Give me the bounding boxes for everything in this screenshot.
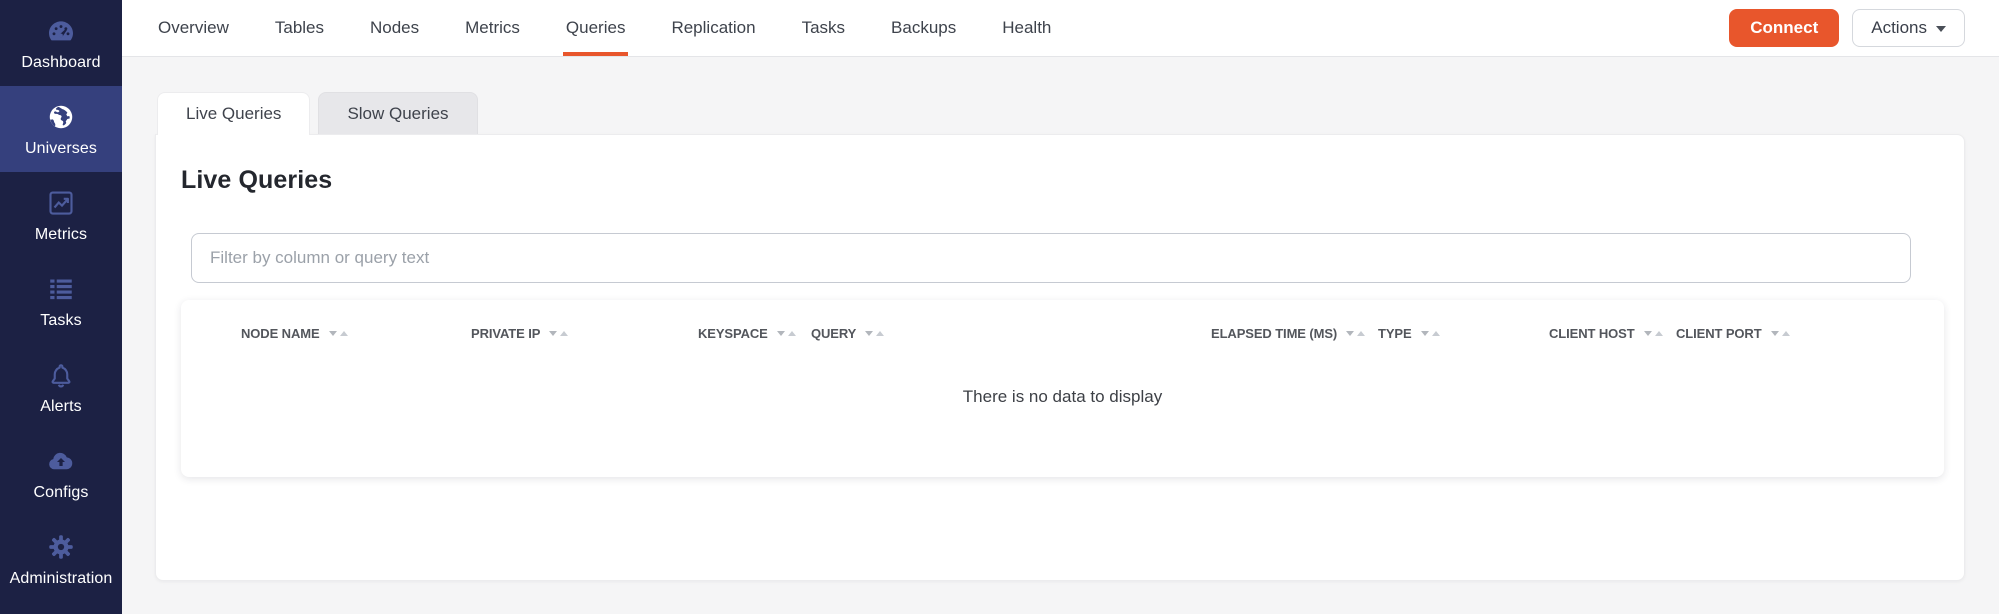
column-header-keyspace[interactable]: KEYSPACE — [698, 326, 811, 341]
globe-icon — [45, 101, 77, 133]
sort-arrows-icon — [1771, 331, 1790, 336]
task-list-icon — [45, 273, 77, 305]
actions-label: Actions — [1871, 18, 1927, 38]
sort-arrows-icon — [1644, 331, 1663, 336]
sort-arrows-icon — [549, 331, 568, 336]
tab-queries[interactable]: Queries — [566, 0, 626, 56]
connect-button[interactable]: Connect — [1729, 9, 1839, 47]
bell-icon — [45, 359, 77, 391]
tab-tables[interactable]: Tables — [275, 0, 324, 56]
dashboard-gauge-icon — [45, 15, 77, 47]
empty-table-message: There is no data to display — [181, 387, 1944, 407]
sort-arrows-icon — [1346, 331, 1365, 336]
tab-backups[interactable]: Backups — [891, 0, 956, 56]
column-header-client-port[interactable]: CLIENT PORT — [1676, 326, 1944, 341]
sidebar-item-label: Metrics — [35, 226, 87, 244]
sort-arrows-icon — [1421, 331, 1440, 336]
column-header-elapsed-time[interactable]: ELAPSED TIME (MS) — [1211, 326, 1378, 341]
column-header-client-host[interactable]: CLIENT HOST — [1549, 326, 1676, 341]
tab-live-queries[interactable]: Live Queries — [157, 92, 310, 135]
live-queries-panel: Live Queries NODE NAME PRIVATE IP — [155, 134, 1965, 581]
column-header-private-ip[interactable]: PRIVATE IP — [471, 326, 698, 341]
queries-table: NODE NAME PRIVATE IP KEYSPACE QUERY — [181, 300, 1944, 477]
page-content: Live Queries Slow Queries Live Queries N… — [122, 57, 1999, 614]
page-title: Live Queries — [181, 166, 1942, 195]
tab-tasks[interactable]: Tasks — [802, 0, 845, 56]
sidebar-item-label: Configs — [34, 484, 89, 502]
filter-input[interactable] — [191, 233, 1911, 283]
chevron-down-icon — [1936, 26, 1946, 32]
tab-slow-queries[interactable]: Slow Queries — [318, 92, 477, 134]
cloud-upload-icon — [45, 445, 77, 477]
actions-dropdown-button[interactable]: Actions — [1852, 9, 1965, 47]
sidebar-item-label: Tasks — [40, 312, 81, 330]
sidebar-item-label: Dashboard — [21, 54, 100, 72]
sidebar-item-metrics[interactable]: Metrics — [0, 172, 122, 258]
sidebar-item-label: Administration — [10, 570, 113, 588]
sidebar-item-tasks[interactable]: Tasks — [0, 258, 122, 344]
sort-arrows-icon — [329, 331, 348, 336]
sort-arrows-icon — [777, 331, 796, 336]
query-type-tabs: Live Queries Slow Queries — [157, 92, 1965, 134]
sidebar-item-alerts[interactable]: Alerts — [0, 344, 122, 430]
sidebar-item-label: Alerts — [40, 398, 82, 416]
tab-overview[interactable]: Overview — [158, 0, 229, 56]
tab-health[interactable]: Health — [1002, 0, 1051, 56]
table-header-row: NODE NAME PRIVATE IP KEYSPACE QUERY — [181, 300, 1944, 341]
gear-icon — [45, 531, 77, 563]
tab-replication[interactable]: Replication — [671, 0, 755, 56]
sidebar-item-universes[interactable]: Universes — [0, 86, 122, 172]
app-root: Dashboard Universes — [0, 0, 1999, 614]
sidebar: Dashboard Universes — [0, 0, 122, 614]
sort-arrows-icon — [865, 331, 884, 336]
tab-metrics[interactable]: Metrics — [465, 0, 520, 56]
topbar-actions: Connect Actions — [1729, 0, 1965, 56]
sidebar-item-configs[interactable]: Configs — [0, 430, 122, 516]
column-header-query[interactable]: QUERY — [811, 326, 1211, 341]
top-nav-bar: Overview Tables Nodes Metrics Queries Re… — [122, 0, 1999, 57]
chart-line-icon — [45, 187, 77, 219]
tab-nodes[interactable]: Nodes — [370, 0, 419, 56]
sidebar-item-administration[interactable]: Administration — [0, 516, 122, 602]
main-column: Overview Tables Nodes Metrics Queries Re… — [122, 0, 1999, 614]
column-header-type[interactable]: TYPE — [1378, 326, 1549, 341]
sidebar-item-label: Universes — [25, 140, 97, 158]
column-header-node-name[interactable]: NODE NAME — [241, 326, 471, 341]
universe-nav-tabs: Overview Tables Nodes Metrics Queries Re… — [158, 0, 1051, 56]
sidebar-item-dashboard[interactable]: Dashboard — [0, 0, 122, 86]
